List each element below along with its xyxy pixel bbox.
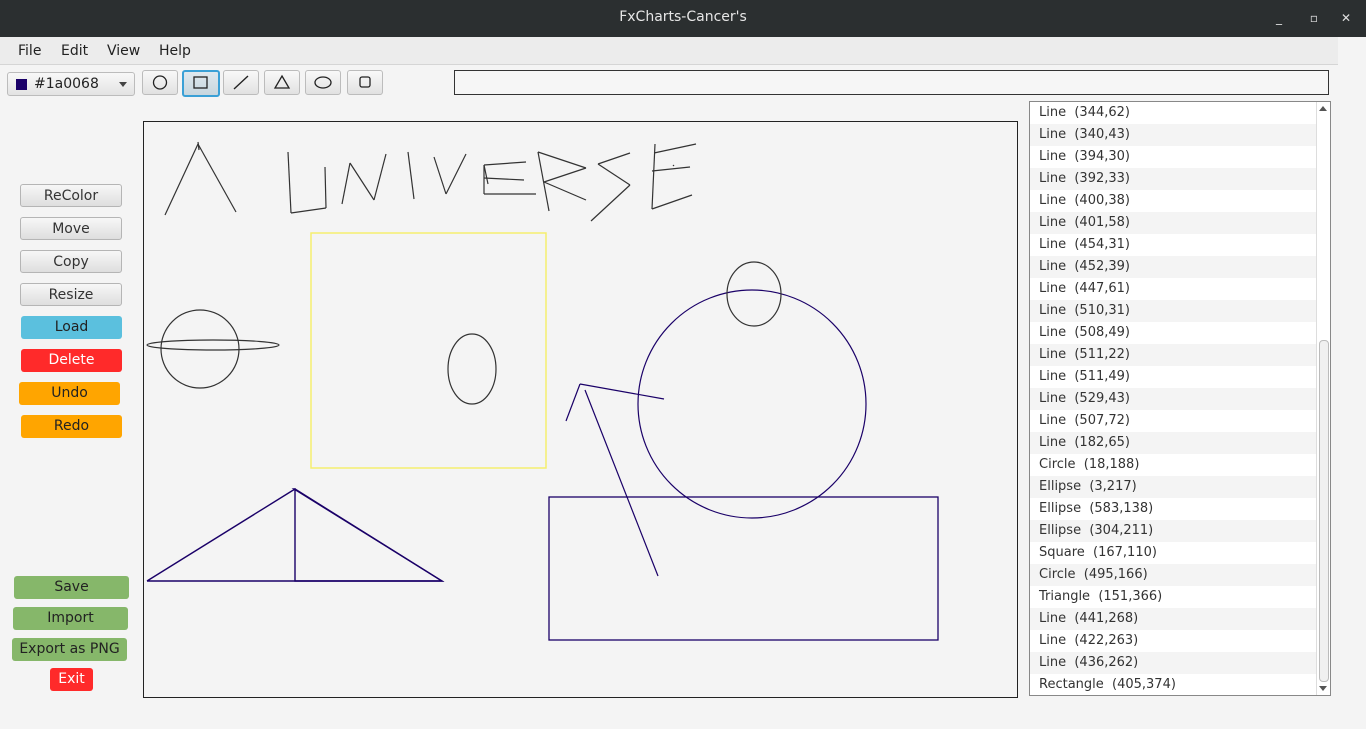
list-item[interactable]: Ellipse (583,138) [1030,498,1330,520]
save-button[interactable]: Save [14,576,129,599]
shape-list-rows: Line (344,62) Line (340,43) Line (394,30) L… [1030,102,1330,695]
canvas-drawing [146,141,939,641]
rectangle-tool-button[interactable] [182,70,220,97]
list-item[interactable]: Line (441,268) [1030,608,1330,630]
line-tool-button[interactable] [223,70,259,95]
large-circle [637,289,867,519]
close-button[interactable]: ✕ [1337,9,1355,27]
list-item[interactable]: Line (394,30) [1030,146,1330,168]
delete-button[interactable]: Delete [21,349,122,372]
list-item[interactable]: Line (508,49) [1030,322,1330,344]
recolor-button[interactable]: ReColor [20,184,122,207]
list-item[interactable]: Line (436,262) [1030,652,1330,674]
status-field[interactable] [454,70,1329,95]
list-item[interactable]: Triangle (151,366) [1030,586,1330,608]
list-item[interactable]: Line (454,31) [1030,234,1330,256]
square-icon [359,76,371,88]
ellipse-icon [314,76,332,89]
triangle-icon [273,74,291,89]
list-item[interactable]: Line (344,62) [1030,102,1330,124]
resize-button[interactable]: Resize [20,283,122,306]
ellipse-tool-button[interactable] [305,70,341,95]
list-item[interactable]: Line (401,58) [1030,212,1330,234]
list-item[interactable]: Square (167,110) [1030,542,1330,564]
list-item[interactable]: Line (452,39) [1030,256,1330,278]
menu-help[interactable]: Help [159,43,191,59]
list-item[interactable]: Line (447,61) [1030,278,1330,300]
list-item[interactable]: Line (511,22) [1030,344,1330,366]
list-item[interactable]: Circle (495,166) [1030,564,1330,586]
circle-tool-button[interactable] [142,70,178,95]
arrow-lines [565,383,665,577]
circle-icon [152,75,168,90]
color-picker[interactable]: #1a0068 [7,72,135,96]
list-item[interactable]: Rectangle (405,374) [1030,674,1330,695]
small-ellipse [726,261,782,327]
list-item[interactable]: Ellipse (3,217) [1030,476,1330,498]
menu-edit[interactable]: Edit [61,43,88,59]
toolbar: #1a0068 [0,65,1366,101]
maximize-button[interactable]: ▫ [1305,9,1323,27]
window-title: FxCharts-Cancer's [619,9,747,25]
hand-drawn-lines [164,141,697,222]
minimize-button[interactable]: _ [1270,9,1288,27]
scroll-thumb[interactable] [1319,340,1329,682]
planet-ring-ellipse [146,339,280,351]
export-png-button[interactable]: Export as PNG [12,638,127,661]
list-item[interactable]: Line (511,49) [1030,366,1330,388]
list-item[interactable]: Line (340,43) [1030,124,1330,146]
list-item[interactable]: Line (510,31) [1030,300,1330,322]
list-item[interactable]: Line (507,72) [1030,410,1330,432]
menu-view[interactable]: View [107,43,140,59]
rectangle-shape [548,496,939,641]
list-item[interactable]: Line (400,38) [1030,190,1330,212]
move-button[interactable]: Move [20,217,122,240]
rectangle-icon [193,76,208,89]
list-item[interactable]: Circle (18,188) [1030,454,1330,476]
undo-button[interactable]: Undo [19,382,120,405]
square-tool-button[interactable] [347,70,383,95]
drawing-canvas[interactable] [143,121,1018,698]
title-bar: FxCharts-Cancer's _ ▫ ✕ [0,0,1366,37]
list-scrollbar[interactable] [1316,102,1330,695]
inner-ellipse [447,333,497,405]
list-item[interactable]: Line (422,263) [1030,630,1330,652]
line-icon [233,75,249,90]
menu-bar: File Edit View Help [0,37,1338,65]
menu-file[interactable]: File [18,43,41,59]
scroll-down-icon[interactable] [1319,686,1327,691]
yellow-square [310,232,547,469]
chevron-down-icon [119,82,127,87]
color-swatch [16,79,27,90]
list-item[interactable]: Ellipse (304,211) [1030,520,1330,542]
exit-button[interactable]: Exit [50,668,93,691]
list-item[interactable]: Line (182,65) [1030,432,1330,454]
copy-button[interactable]: Copy [20,250,122,273]
color-value: #1a0068 [34,76,99,92]
scroll-up-icon[interactable] [1319,106,1327,111]
triangle-tool-button[interactable] [264,70,300,95]
list-item[interactable]: Line (392,33) [1030,168,1330,190]
list-item[interactable]: Line (529,43) [1030,388,1330,410]
import-button[interactable]: Import [13,607,128,630]
load-button[interactable]: Load [21,316,122,339]
redo-button[interactable]: Redo [21,415,122,438]
shape-list[interactable]: Line (344,62) Line (340,43) Line (394,30) L… [1029,101,1331,696]
